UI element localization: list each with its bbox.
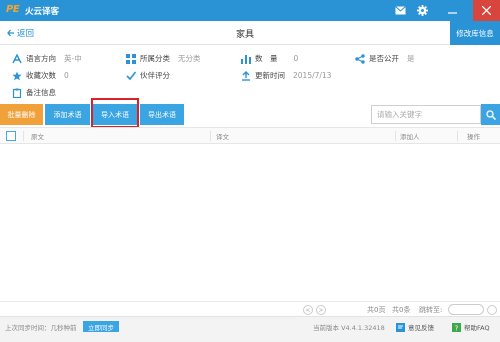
- last-sync-text: 上次同步时间：几秒种前: [5, 324, 77, 332]
- clipboard-icon: [12, 88, 22, 98]
- feedback-label: 意见反馈: [408, 324, 434, 332]
- column-source[interactable]: 原文: [31, 131, 44, 141]
- favorites-label: 收藏次数: [26, 71, 56, 80]
- column-divider: [457, 131, 458, 141]
- info-notes: 备注信息: [12, 87, 64, 98]
- status-bar: 上次同步时间：几秒种前 立即同步 当前版本 V4.4.1.32418 意见反馈 …: [0, 316, 500, 342]
- updated-value: 2015/7/13: [293, 71, 332, 80]
- count-value: 0: [293, 54, 299, 63]
- add-term-button[interactable]: 添加术语: [45, 104, 90, 125]
- public-value: 是: [407, 54, 415, 63]
- search-button[interactable]: [481, 104, 500, 125]
- check-icon: [126, 71, 136, 81]
- column-divider: [23, 131, 24, 141]
- jump-label: 跳转至:: [419, 306, 443, 314]
- help-label: 帮助FAQ: [464, 324, 490, 332]
- bar-chart-icon: [241, 54, 251, 64]
- highlight-box: [91, 98, 139, 128]
- category-label: 所属分类: [140, 54, 170, 63]
- table-header: 原文 译文 添加人 操作: [0, 127, 500, 144]
- close-icon[interactable]: [473, 0, 500, 21]
- search-icon: [485, 109, 496, 120]
- help-link[interactable]: ? 帮助FAQ: [452, 322, 490, 332]
- grid-icon: [126, 53, 136, 64]
- feedback-link[interactable]: 意见反馈: [396, 322, 434, 332]
- app-name: 火云译客: [25, 7, 60, 17]
- column-actions: 操作: [467, 133, 480, 141]
- updated-label: 更新时间: [255, 71, 285, 80]
- total-pages: 共0页: [367, 306, 386, 314]
- select-all-checkbox[interactable]: [6, 131, 16, 141]
- info-direction: 语言方向 英-中: [12, 53, 82, 64]
- search-input[interactable]: 请输入关键字: [371, 105, 481, 124]
- info-category: 所属分类 无分类: [126, 53, 201, 64]
- star-icon: [12, 71, 22, 81]
- arrow-left-icon: [7, 29, 14, 37]
- back-label: 返回: [17, 29, 35, 39]
- column-added-by[interactable]: 添加人: [400, 131, 420, 141]
- back-button[interactable]: 返回: [7, 27, 34, 39]
- direction-label: 语言方向: [26, 54, 56, 63]
- column-divider: [395, 131, 396, 141]
- font-a-icon: [12, 53, 22, 64]
- category-value: 无分类: [178, 54, 201, 63]
- favorites-value: 0: [64, 71, 69, 80]
- edit-library-button[interactable]: 修改库信息: [450, 21, 500, 45]
- info-count: 数 量 0: [241, 53, 298, 64]
- public-label: 是否公开: [369, 54, 399, 63]
- column-target[interactable]: 译文: [216, 131, 229, 141]
- batch-delete-button[interactable]: 批量删除: [0, 104, 43, 125]
- direction-value: 英-中: [64, 54, 82, 63]
- info-public: 是否公开 是: [355, 53, 415, 64]
- svg-text:?: ?: [455, 324, 459, 332]
- title-bar: PE 火云译客: [0, 0, 500, 21]
- info-updated: 更新时间 2015/7/13: [241, 70, 331, 81]
- prev-page-button[interactable]: <: [303, 305, 313, 315]
- partner-label: 伙伴评分: [140, 71, 170, 80]
- jump-go-button[interactable]: [487, 305, 497, 315]
- upload-icon: [241, 70, 251, 81]
- column-divider: [210, 131, 211, 141]
- page-header: 返回 家具 修改库信息: [0, 21, 500, 45]
- feedback-icon: [396, 322, 405, 332]
- info-favorites: 收藏次数 0: [12, 70, 69, 81]
- sync-now-button[interactable]: 立即同步: [83, 321, 119, 332]
- notes-label: 备注信息: [26, 88, 56, 97]
- info-partner: 伙伴评分: [126, 70, 178, 81]
- total-items: 共0条: [392, 306, 411, 314]
- next-page-button[interactable]: >: [316, 305, 326, 315]
- minimize-icon[interactable]: [445, 3, 460, 18]
- app-logo: PE: [6, 4, 20, 15]
- mail-icon[interactable]: [393, 3, 408, 18]
- pagination: < > 共0页 共0条 跳转至:: [0, 301, 500, 316]
- gear-icon[interactable]: [415, 3, 430, 18]
- page-title: 家具: [236, 30, 255, 40]
- share-icon: [355, 53, 365, 64]
- help-icon: ?: [452, 322, 461, 332]
- count-label: 数 量: [255, 54, 278, 63]
- jump-page-input[interactable]: [448, 304, 484, 315]
- version-text: 当前版本 V4.4.1.32418: [313, 324, 385, 332]
- export-term-button[interactable]: 导出术语: [140, 104, 184, 125]
